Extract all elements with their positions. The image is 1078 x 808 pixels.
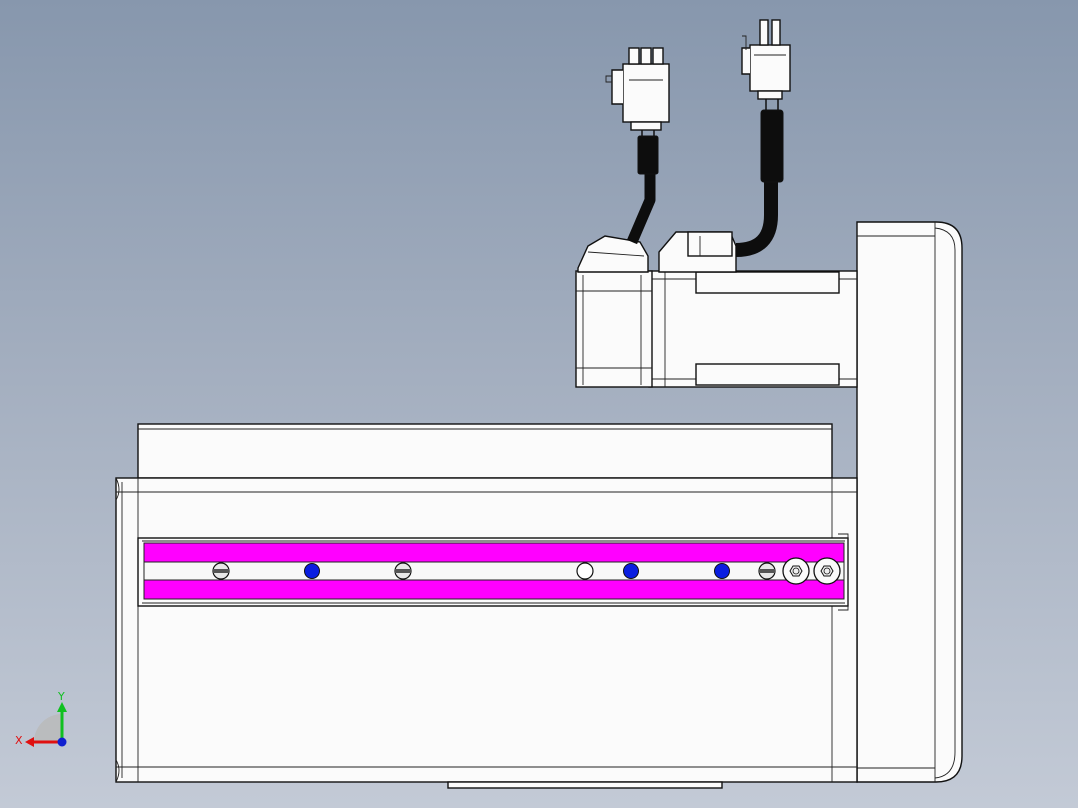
coordinate-triad-icon[interactable]: Y X [15,690,67,747]
cad-viewport[interactable]: Y X [0,0,1078,808]
top-cover [137,423,833,479]
highlight-strip-upper [143,542,845,563]
slotted-screw-icon [758,562,776,580]
blue-marker [304,563,320,579]
motor-cable-left [626,130,659,245]
highlight-strips [143,542,845,600]
connector-plug-right [741,19,791,100]
highlight-strip-lower [143,579,845,600]
triad-x-label: X [15,734,23,747]
slotted-screw-icon [212,562,230,580]
motor [575,231,858,388]
blue-marker [623,563,639,579]
cad-drawing: Y X [15,19,963,789]
blue-marker [714,563,730,579]
hex-washer-icon [782,557,810,585]
hex-washer-icon [813,557,841,585]
triad-y-label: Y [57,690,65,703]
slotted-screw-icon [394,562,412,580]
actuator-body [115,477,858,789]
hole-marker [576,562,594,580]
side-plate [856,221,963,783]
motor-cable-right [735,93,784,257]
connector-plug-left [605,47,670,131]
